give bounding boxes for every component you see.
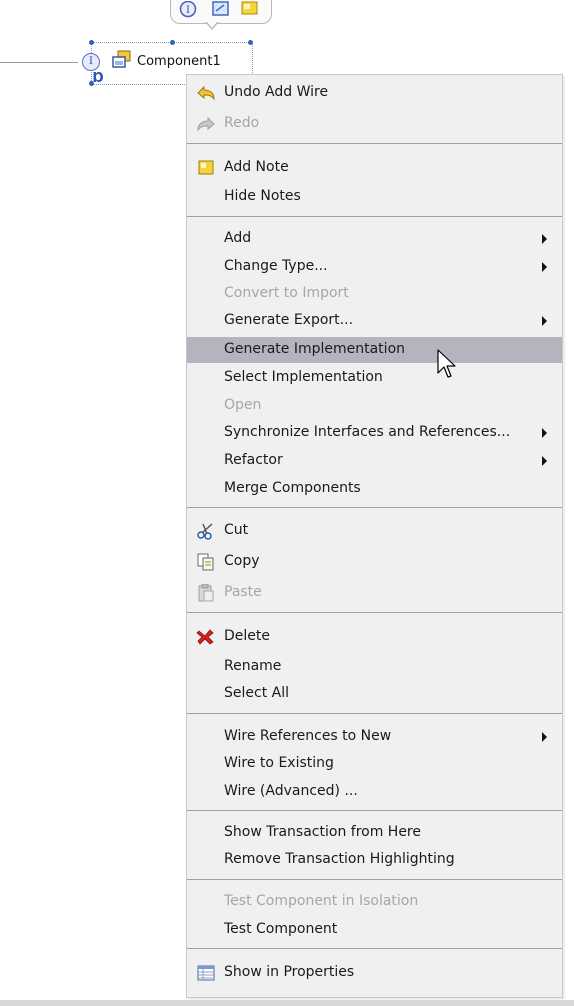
menu-item-redo[interactable]: Redo [187,111,562,137]
undo-icon [197,85,215,101]
reference-icon[interactable]: Ɒ [93,71,104,86]
wire-line[interactable] [0,62,78,63]
note-icon[interactable] [240,1,262,17]
context-menu: Undo Add Wire Redo Add Note Hide Notes A… [186,74,563,998]
menu-item-merge-components[interactable]: Merge Components [187,476,562,502]
menu-item-cut[interactable]: Cut [187,518,562,544]
menu-separator [187,879,562,880]
component-icon [112,50,131,68]
menu-item-paste[interactable]: Paste [187,580,562,606]
note-icon [198,160,214,175]
submenu-arrow-icon [542,316,547,326]
menu-item-show-in-properties[interactable]: Show in Properties [187,960,562,986]
menu-item-convert-to-import[interactable]: Convert to Import [187,281,562,307]
interface-circle-icon[interactable]: I [82,53,100,71]
menu-separator [187,948,562,949]
scissors-icon [197,523,213,540]
copy-icon [197,553,214,571]
menu-item-add[interactable]: Add [187,226,562,252]
menu-item-select-implementation[interactable]: Select Implementation [187,365,562,391]
canvas-bottom-border [0,1000,574,1006]
menu-item-change-type[interactable]: Change Type... [187,254,562,280]
menu-item-open[interactable]: Open [187,393,562,419]
menu-item-wire-to-existing[interactable]: Wire to Existing [187,751,562,777]
resize-handle[interactable] [248,40,253,45]
menu-item-delete[interactable]: Delete [187,624,562,650]
menu-item-wire-references-to-new[interactable]: Wire References to New [187,724,562,750]
menu-item-generate-implementation[interactable]: Generate Implementation [187,337,562,363]
menu-item-copy[interactable]: Copy [187,549,562,575]
menu-item-rename[interactable]: Rename [187,654,562,680]
menu-item-refactor[interactable]: Refactor [187,448,562,474]
menu-item-synchronize-interfaces[interactable]: Synchronize Interfaces and References... [187,420,562,446]
menu-item-generate-export[interactable]: Generate Export... [187,308,562,334]
submenu-arrow-icon [542,732,547,742]
menu-item-undo-add-wire[interactable]: Undo Add Wire [187,80,562,106]
menu-item-remove-transaction-highlighting[interactable]: Remove Transaction Highlighting [187,847,562,873]
menu-separator [187,507,562,508]
resize-handle[interactable] [89,40,94,45]
mouse-pointer-icon [437,349,456,378]
menu-item-test-component-in-isolation[interactable]: Test Component in Isolation [187,889,562,915]
submenu-arrow-icon [542,456,547,466]
menu-separator [187,713,562,714]
reference-icon[interactable] [212,1,230,17]
submenu-arrow-icon [542,262,547,272]
paste-icon [198,584,214,602]
resize-handle[interactable] [170,40,175,45]
menu-item-add-note[interactable]: Add Note [187,155,562,181]
redo-icon [197,116,215,132]
interface-icon[interactable]: I [178,1,198,19]
menu-item-wire-advanced[interactable]: Wire (Advanced) ... [187,779,562,805]
menu-separator [187,612,562,613]
menu-item-select-all[interactable]: Select All [187,681,562,707]
submenu-arrow-icon [542,234,547,244]
component-name[interactable]: Component1 [137,54,221,69]
svg-text:I: I [186,5,190,16]
delete-x-icon [196,629,214,645]
menu-item-hide-notes[interactable]: Hide Notes [187,184,562,210]
submenu-arrow-icon [542,428,547,438]
menu-item-test-component[interactable]: Test Component [187,917,562,943]
menu-separator [187,810,562,811]
properties-table-icon [197,965,215,981]
menu-separator [187,216,562,217]
menu-item-show-transaction[interactable]: Show Transaction from Here [187,820,562,846]
menu-separator [187,143,562,144]
